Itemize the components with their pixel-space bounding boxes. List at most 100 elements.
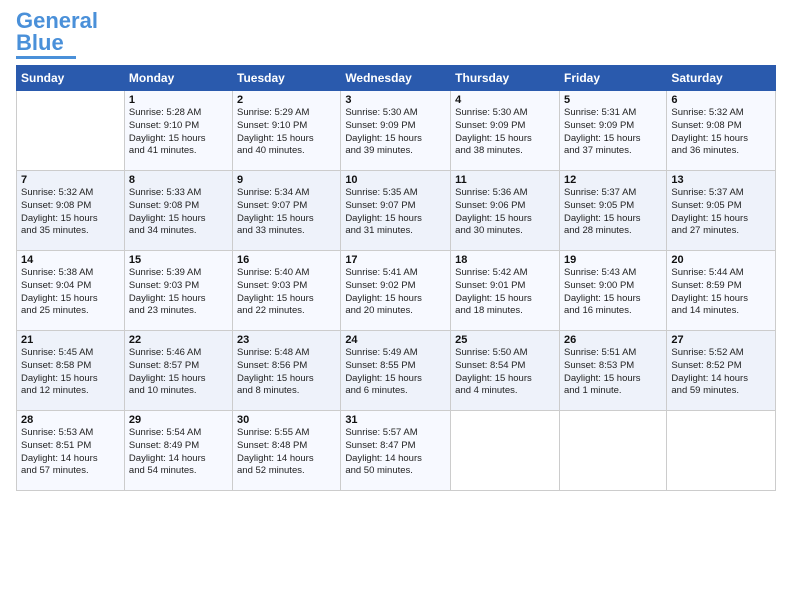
calendar-cell: 19Sunrise: 5:43 AM Sunset: 9:00 PM Dayli… [559,251,666,331]
calendar-cell: 5Sunrise: 5:31 AM Sunset: 9:09 PM Daylig… [559,91,666,171]
day-number: 7 [21,174,120,186]
logo: General Blue [16,10,98,59]
day-detail: Sunrise: 5:51 AM Sunset: 8:53 PM Dayligh… [564,347,662,398]
day-header-wednesday: Wednesday [341,66,451,91]
calendar-cell [17,91,125,171]
week-row-2: 7Sunrise: 5:32 AM Sunset: 9:08 PM Daylig… [17,171,776,251]
day-detail: Sunrise: 5:52 AM Sunset: 8:52 PM Dayligh… [671,347,771,398]
day-number: 22 [129,334,228,346]
day-detail: Sunrise: 5:57 AM Sunset: 8:47 PM Dayligh… [345,427,446,478]
day-detail: Sunrise: 5:32 AM Sunset: 9:08 PM Dayligh… [21,187,120,238]
calendar-cell: 13Sunrise: 5:37 AM Sunset: 9:05 PM Dayli… [667,171,776,251]
day-detail: Sunrise: 5:49 AM Sunset: 8:55 PM Dayligh… [345,347,446,398]
day-header-sunday: Sunday [17,66,125,91]
day-number: 5 [564,94,662,106]
week-row-1: 1Sunrise: 5:28 AM Sunset: 9:10 PM Daylig… [17,91,776,171]
day-detail: Sunrise: 5:43 AM Sunset: 9:00 PM Dayligh… [564,267,662,318]
calendar-cell: 14Sunrise: 5:38 AM Sunset: 9:04 PM Dayli… [17,251,125,331]
calendar-cell [667,411,776,491]
day-number: 13 [671,174,771,186]
day-header-tuesday: Tuesday [233,66,341,91]
calendar-cell: 29Sunrise: 5:54 AM Sunset: 8:49 PM Dayli… [124,411,232,491]
day-number: 3 [345,94,446,106]
calendar-cell: 9Sunrise: 5:34 AM Sunset: 9:07 PM Daylig… [233,171,341,251]
day-detail: Sunrise: 5:48 AM Sunset: 8:56 PM Dayligh… [237,347,336,398]
day-header-saturday: Saturday [667,66,776,91]
day-number: 10 [345,174,446,186]
page-container: General Blue SundayMondayTuesdayWednesda… [0,0,792,501]
calendar-cell: 31Sunrise: 5:57 AM Sunset: 8:47 PM Dayli… [341,411,451,491]
day-detail: Sunrise: 5:37 AM Sunset: 9:05 PM Dayligh… [671,187,771,238]
calendar-cell: 15Sunrise: 5:39 AM Sunset: 9:03 PM Dayli… [124,251,232,331]
day-detail: Sunrise: 5:40 AM Sunset: 9:03 PM Dayligh… [237,267,336,318]
day-detail: Sunrise: 5:42 AM Sunset: 9:01 PM Dayligh… [455,267,555,318]
header: General Blue [16,10,776,59]
calendar-cell: 12Sunrise: 5:37 AM Sunset: 9:05 PM Dayli… [559,171,666,251]
day-number: 24 [345,334,446,346]
day-number: 25 [455,334,555,346]
day-number: 15 [129,254,228,266]
day-number: 8 [129,174,228,186]
day-detail: Sunrise: 5:38 AM Sunset: 9:04 PM Dayligh… [21,267,120,318]
day-header-monday: Monday [124,66,232,91]
calendar-cell: 17Sunrise: 5:41 AM Sunset: 9:02 PM Dayli… [341,251,451,331]
day-detail: Sunrise: 5:45 AM Sunset: 8:58 PM Dayligh… [21,347,120,398]
day-number: 6 [671,94,771,106]
calendar-cell: 6Sunrise: 5:32 AM Sunset: 9:08 PM Daylig… [667,91,776,171]
header-row: SundayMondayTuesdayWednesdayThursdayFrid… [17,66,776,91]
day-detail: Sunrise: 5:33 AM Sunset: 9:08 PM Dayligh… [129,187,228,238]
day-detail: Sunrise: 5:36 AM Sunset: 9:06 PM Dayligh… [455,187,555,238]
day-detail: Sunrise: 5:28 AM Sunset: 9:10 PM Dayligh… [129,107,228,158]
day-header-thursday: Thursday [451,66,560,91]
week-row-5: 28Sunrise: 5:53 AM Sunset: 8:51 PM Dayli… [17,411,776,491]
week-row-3: 14Sunrise: 5:38 AM Sunset: 9:04 PM Dayli… [17,251,776,331]
day-header-friday: Friday [559,66,666,91]
week-row-4: 21Sunrise: 5:45 AM Sunset: 8:58 PM Dayli… [17,331,776,411]
day-number: 17 [345,254,446,266]
day-detail: Sunrise: 5:34 AM Sunset: 9:07 PM Dayligh… [237,187,336,238]
day-detail: Sunrise: 5:39 AM Sunset: 9:03 PM Dayligh… [129,267,228,318]
calendar-cell: 24Sunrise: 5:49 AM Sunset: 8:55 PM Dayli… [341,331,451,411]
calendar-cell: 4Sunrise: 5:30 AM Sunset: 9:09 PM Daylig… [451,91,560,171]
day-number: 31 [345,414,446,426]
logo-text: General Blue [16,10,98,54]
day-detail: Sunrise: 5:50 AM Sunset: 8:54 PM Dayligh… [455,347,555,398]
calendar-cell: 1Sunrise: 5:28 AM Sunset: 9:10 PM Daylig… [124,91,232,171]
calendar-cell: 21Sunrise: 5:45 AM Sunset: 8:58 PM Dayli… [17,331,125,411]
logo-underline [16,56,76,59]
day-detail: Sunrise: 5:46 AM Sunset: 8:57 PM Dayligh… [129,347,228,398]
day-detail: Sunrise: 5:31 AM Sunset: 9:09 PM Dayligh… [564,107,662,158]
day-detail: Sunrise: 5:30 AM Sunset: 9:09 PM Dayligh… [455,107,555,158]
day-number: 23 [237,334,336,346]
day-number: 18 [455,254,555,266]
day-detail: Sunrise: 5:55 AM Sunset: 8:48 PM Dayligh… [237,427,336,478]
calendar-cell: 27Sunrise: 5:52 AM Sunset: 8:52 PM Dayli… [667,331,776,411]
calendar-table: SundayMondayTuesdayWednesdayThursdayFrid… [16,65,776,491]
day-detail: Sunrise: 5:54 AM Sunset: 8:49 PM Dayligh… [129,427,228,478]
day-detail: Sunrise: 5:41 AM Sunset: 9:02 PM Dayligh… [345,267,446,318]
calendar-cell: 8Sunrise: 5:33 AM Sunset: 9:08 PM Daylig… [124,171,232,251]
day-number: 30 [237,414,336,426]
day-number: 29 [129,414,228,426]
day-number: 27 [671,334,771,346]
day-number: 11 [455,174,555,186]
calendar-cell: 2Sunrise: 5:29 AM Sunset: 9:10 PM Daylig… [233,91,341,171]
day-detail: Sunrise: 5:29 AM Sunset: 9:10 PM Dayligh… [237,107,336,158]
calendar-cell: 23Sunrise: 5:48 AM Sunset: 8:56 PM Dayli… [233,331,341,411]
day-number: 12 [564,174,662,186]
logo-blue: Blue [16,30,64,55]
calendar-cell: 22Sunrise: 5:46 AM Sunset: 8:57 PM Dayli… [124,331,232,411]
day-number: 21 [21,334,120,346]
day-number: 19 [564,254,662,266]
day-number: 28 [21,414,120,426]
calendar-cell: 28Sunrise: 5:53 AM Sunset: 8:51 PM Dayli… [17,411,125,491]
calendar-cell: 20Sunrise: 5:44 AM Sunset: 8:59 PM Dayli… [667,251,776,331]
day-detail: Sunrise: 5:30 AM Sunset: 9:09 PM Dayligh… [345,107,446,158]
day-detail: Sunrise: 5:44 AM Sunset: 8:59 PM Dayligh… [671,267,771,318]
day-detail: Sunrise: 5:35 AM Sunset: 9:07 PM Dayligh… [345,187,446,238]
day-number: 4 [455,94,555,106]
day-detail: Sunrise: 5:32 AM Sunset: 9:08 PM Dayligh… [671,107,771,158]
calendar-cell [559,411,666,491]
calendar-cell: 30Sunrise: 5:55 AM Sunset: 8:48 PM Dayli… [233,411,341,491]
calendar-cell: 7Sunrise: 5:32 AM Sunset: 9:08 PM Daylig… [17,171,125,251]
